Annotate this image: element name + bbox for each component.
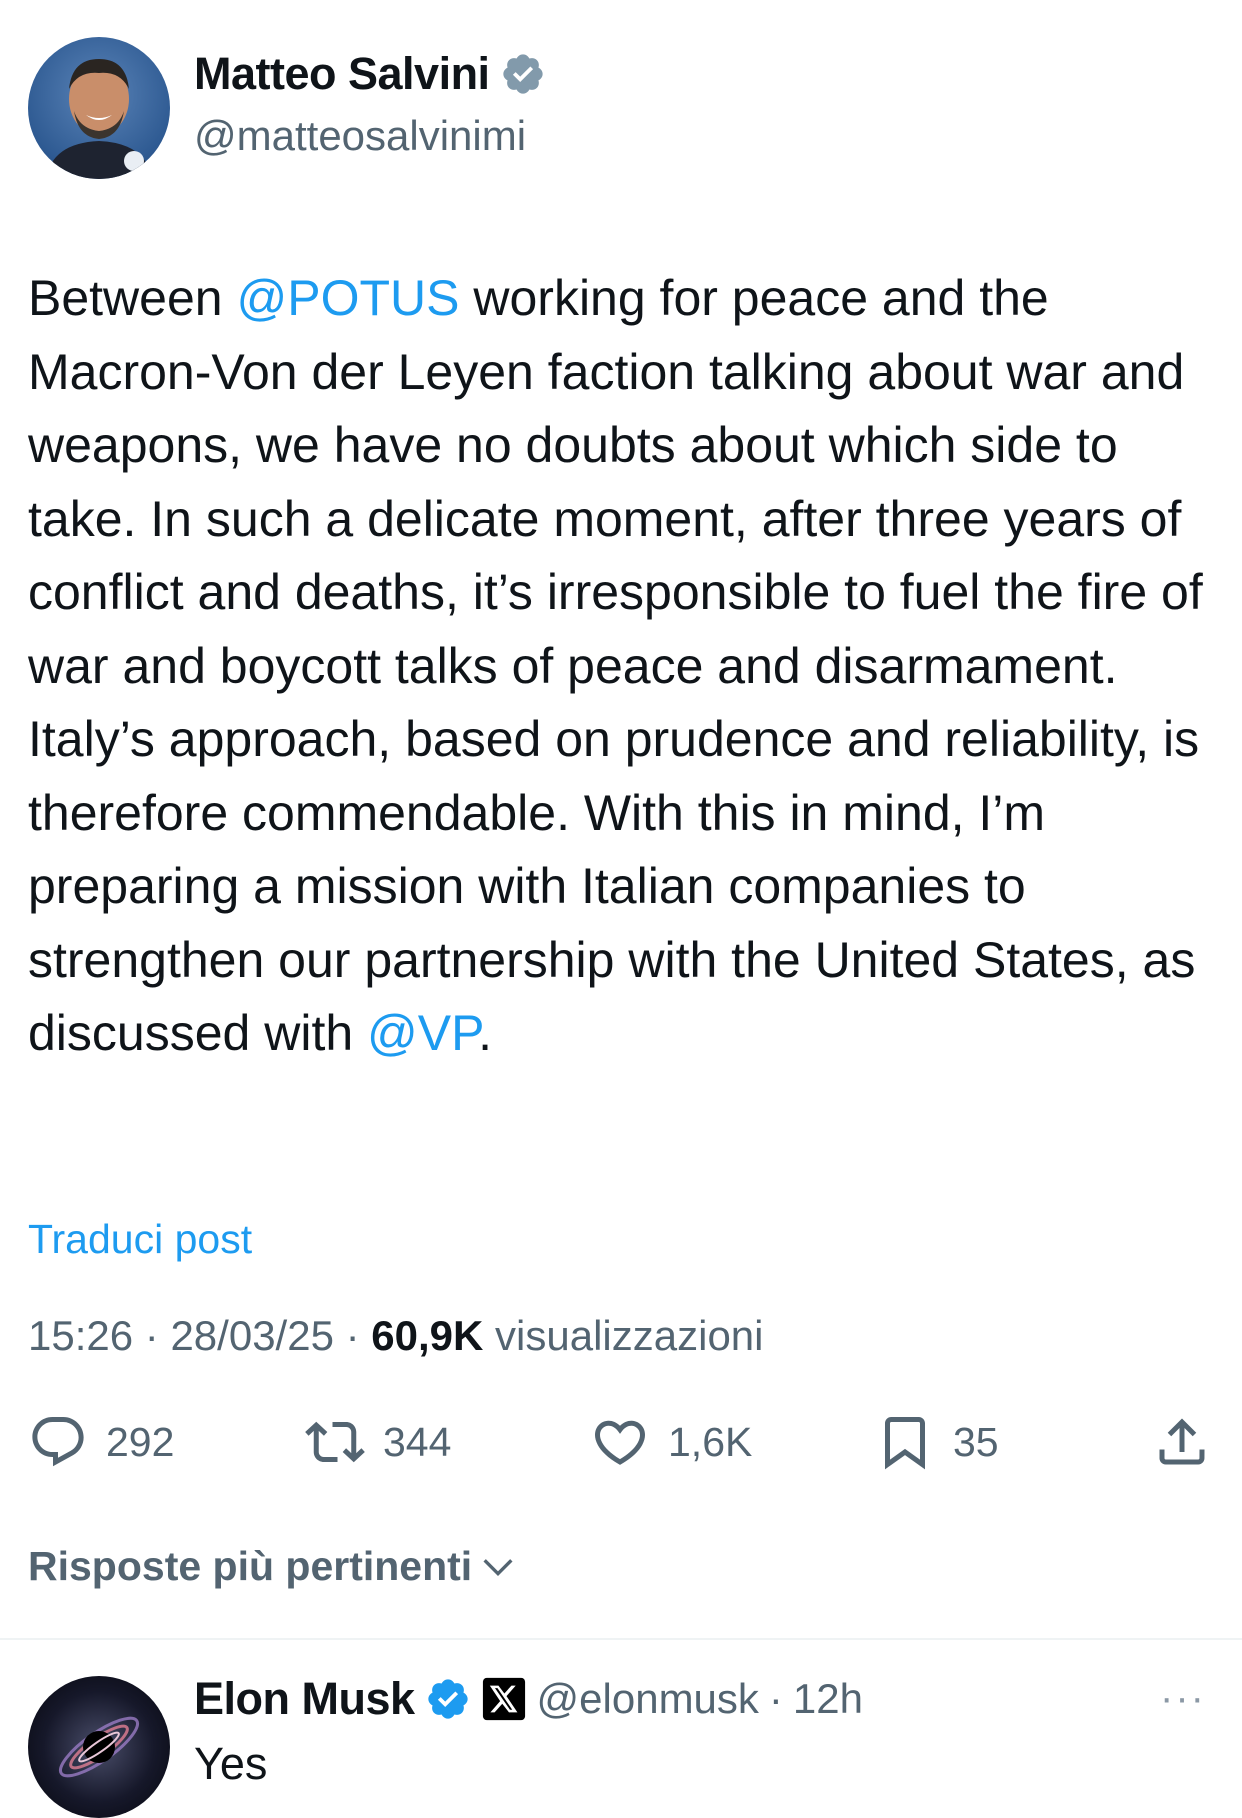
repost-icon — [305, 1421, 365, 1463]
reply-text: Yes — [194, 1738, 268, 1789]
like-button[interactable]: 1,6K — [590, 1412, 752, 1472]
more-options-icon[interactable]: ··· — [1160, 1676, 1206, 1721]
reply-button[interactable]: 292 — [28, 1412, 174, 1472]
author-avatar[interactable] — [28, 37, 170, 179]
reply-header: Elon Musk @elonmusk · 12h — [194, 1673, 863, 1725]
repost-button[interactable]: 344 — [305, 1412, 451, 1472]
heart-icon — [594, 1420, 646, 1465]
tweet-date[interactable]: 28/03/25 — [170, 1312, 334, 1359]
tweet-text-segment: working for peace and the Macron-Von der… — [28, 270, 1203, 1061]
mention-potus[interactable]: @POTUS — [236, 270, 459, 326]
bookmark-icon — [885, 1417, 925, 1470]
reply-avatar[interactable] — [28, 1676, 170, 1818]
meta-separator: · — [345, 1312, 360, 1359]
translate-post-link[interactable]: Traduci post — [28, 1216, 252, 1263]
bookmark-button[interactable]: 35 — [875, 1412, 999, 1472]
verified-badge-icon — [427, 1679, 468, 1719]
tweet-text-segment: Between — [28, 270, 237, 326]
divider — [0, 1638, 1242, 1640]
replies-sort-dropdown[interactable]: Risposte più pertinenti — [28, 1543, 518, 1590]
replies-sort-label: Risposte più pertinenti — [28, 1543, 473, 1589]
views-count: 60,9K — [371, 1312, 484, 1359]
author-name-row: Matteo Salvini — [194, 48, 546, 100]
tweet-time[interactable]: 15:26 — [28, 1312, 133, 1359]
x-affiliate-badge-icon — [482, 1677, 525, 1721]
tweet-text-segment: . — [478, 1005, 492, 1061]
meta-separator: · — [144, 1312, 159, 1359]
tweet-text: Between @POTUS working for peace and the… — [28, 262, 1218, 1071]
like-count: 1,6K — [668, 1418, 753, 1465]
author-name[interactable]: Matteo Salvini — [194, 48, 490, 100]
verified-badge-icon — [502, 54, 543, 94]
views-label: visualizzazioni — [495, 1312, 764, 1359]
bookmark-count: 35 — [953, 1418, 999, 1465]
chevron-down-icon — [483, 1558, 513, 1576]
reply-author-name[interactable]: Elon Musk — [194, 1673, 415, 1725]
tweet-meta: 15:26 · 28/03/25 · 60,9K visualizzazioni — [28, 1312, 764, 1360]
repost-count: 344 — [383, 1418, 452, 1465]
reply-author-handle[interactable]: @elonmusk — [537, 1675, 759, 1723]
share-icon — [1159, 1418, 1205, 1465]
reply-count: 292 — [106, 1418, 175, 1465]
reply-separator: · — [768, 1675, 783, 1722]
reply-icon — [32, 1417, 84, 1467]
share-button[interactable] — [1152, 1412, 1212, 1477]
author-handle[interactable]: @matteosalvinimi — [194, 112, 526, 160]
mention-vp[interactable]: @VP — [367, 1005, 478, 1061]
reply-age[interactable]: 12h — [793, 1675, 863, 1723]
